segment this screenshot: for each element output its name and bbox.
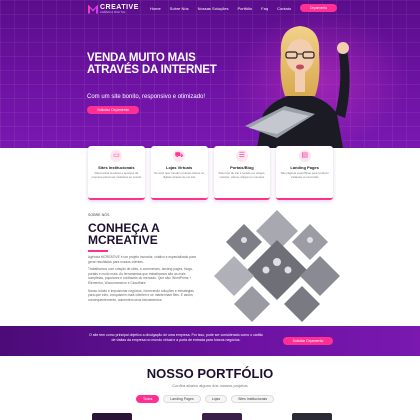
card-text: Sites tipo de site é focado em artigos, … [218,171,266,179]
portfolio-thumb[interactable] [292,413,332,420]
portfolio-thumb[interactable] [92,413,132,420]
card-text: São páginas específicas para conduzir vi… [280,171,329,179]
about-tag: SOBRE NÓS [88,213,110,217]
hero-quote-button[interactable]: Solicitar Orçamento [87,106,139,114]
about-paragraph: Nosso intuito é impulsionar negócios, fo… [88,288,194,302]
portfolio-thumbnails [92,413,332,420]
about-text: Agência MCREATIVE é um projeto inovador,… [88,255,200,305]
cta-band-text: O site tem como principal objetivo a div… [89,333,263,342]
portfolio-subtitle: Confira abaixo alguns dos nossos projeto… [172,383,248,388]
nav-faq[interactable]: Faq [261,6,268,11]
portfolio-title: NOSSO PORTFÓLIO [146,366,274,381]
logo-subtitle: AGÊNCIA DIGITAL [100,11,126,14]
card-title: Lojas Virtuais [166,165,193,170]
card-title: Sites Institucionais [98,165,135,170]
services-cards: ▭ Sites Institucionais Desenvolva produt… [88,146,333,200]
service-card-landing[interactable]: ▤ Landing Pages São páginas específicas … [276,146,333,200]
top-nav: CREATIVE AGÊNCIA DIGITAL Home Sobre Nós … [0,0,420,16]
monitor-icon: ▭ [110,150,123,162]
about-paragraph: Trabalhamos com criação de sites, e-comm… [88,267,193,285]
hero-subtitle: Com um site bonito, responsivo e otimiza… [87,94,206,100]
portfolio-thumb[interactable] [202,413,242,420]
nav-quote-button[interactable]: Orçamento [300,4,337,12]
filter-stores[interactable]: Lojas [204,395,228,403]
about-paragraph: Agência MCREATIVE é um projeto inovador,… [88,255,196,264]
filter-institutional[interactable]: Sites Institucionais [231,395,275,403]
card-text: Se você quer vender produtos físicos ou … [154,171,205,179]
nav-about[interactable]: Sobre Nós [170,6,189,11]
about-divider [88,250,108,252]
hero-section: CREATIVE AGÊNCIA DIGITAL Home Sobre Nós … [0,0,420,150]
card-title: Landing Pages [290,165,319,170]
hero-woman-laptop-image [245,26,350,148]
about-title: CONHEÇA A MCREATIVE [88,222,160,246]
team-photo-mosaic [214,210,340,322]
card-text: Desenvolva produtos e serviços da empres… [91,171,142,179]
about-title-line2: MCREATIVE [88,233,158,247]
nav-links: Home Sobre Nós Nossas Soluções Portfólio… [150,6,291,11]
landing-page: CREATIVE AGÊNCIA DIGITAL Home Sobre Nós … [0,0,420,420]
card-title: Portais/Blog [230,165,254,170]
hero-title: VENDA MUITO MAIS ATRAVÉS DA INTERNET [87,52,217,76]
nav-solutions[interactable]: Nossas Soluções [198,6,229,11]
logo-m-icon [88,5,98,14]
nav-home[interactable]: Home [150,6,161,11]
filter-landing-pages[interactable]: Landing Pages [163,395,201,403]
cta-band-quote-button[interactable]: Solicitar Orçamento [283,337,333,345]
logo-text: CREATIVE [100,4,139,11]
logo[interactable]: CREATIVE AGÊNCIA DIGITAL [88,4,139,14]
news-icon: ☰ [235,150,248,162]
page-icon: ▤ [298,150,311,162]
cart-icon: ⛟ [173,150,186,162]
nav-contact[interactable]: Contato [277,6,291,11]
service-card-institutional[interactable]: ▭ Sites Institucionais Desenvolva produt… [88,146,145,200]
portfolio-filters: Todos Landing Pages Lojas Sites Instituc… [136,395,275,403]
service-card-portals[interactable]: ☰ Portais/Blog Sites tipo de site é foca… [213,146,271,200]
nav-portfolio[interactable]: Portfólio [237,6,252,11]
service-card-stores[interactable]: ⛟ Lojas Virtuais Se você quer vender pro… [150,146,208,200]
filter-all[interactable]: Todos [136,395,160,403]
